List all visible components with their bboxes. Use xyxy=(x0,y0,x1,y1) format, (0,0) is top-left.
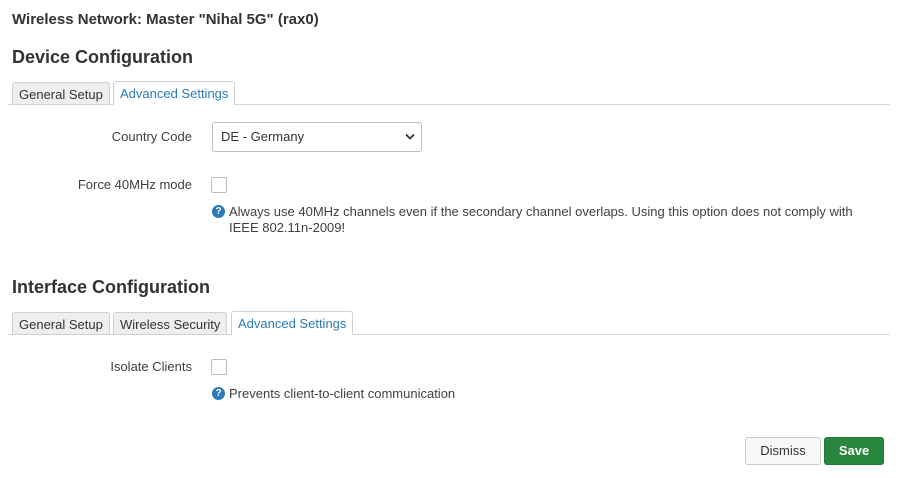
chevron-down-icon xyxy=(405,134,415,140)
tab-interface-general-setup[interactable]: General Setup xyxy=(12,312,110,335)
page-title: Wireless Network: Master "Nihal 5G" (rax… xyxy=(12,11,319,28)
force-40mhz-help-line2: IEEE 802.11n-2009! xyxy=(229,220,346,235)
help-icon: ? xyxy=(212,387,225,400)
force-40mhz-help: ? Always use 40MHz channels even if the … xyxy=(212,204,853,236)
force-40mhz-label: Force 40MHz mode xyxy=(77,177,192,192)
interface-config-tabs: General Setup Wireless Security Advanced… xyxy=(8,310,890,335)
isolate-clients-help: ? Prevents client-to-client communicatio… xyxy=(212,386,455,402)
tab-device-general-setup[interactable]: General Setup xyxy=(12,82,110,105)
country-code-select[interactable]: DE - Germany xyxy=(212,122,422,152)
device-config-title: Device Configuration xyxy=(12,47,194,67)
country-code-value: DE - Germany xyxy=(221,129,305,144)
tab-interface-advanced-settings[interactable]: Advanced Settings xyxy=(231,311,354,335)
force-40mhz-help-line1: Always use 40MHz channels even if the se… xyxy=(229,204,853,219)
isolate-clients-help-text: Prevents client-to-client communication xyxy=(229,386,456,401)
tab-device-advanced-settings[interactable]: Advanced Settings xyxy=(113,81,236,105)
tab-interface-wireless-security[interactable]: Wireless Security xyxy=(113,312,228,335)
force-40mhz-checkbox[interactable] xyxy=(211,177,227,193)
isolate-clients-checkbox[interactable] xyxy=(211,359,227,375)
save-button[interactable]: Save xyxy=(824,437,884,465)
country-code-label: Country Code xyxy=(111,129,192,144)
interface-config-title: Interface Configuration xyxy=(12,277,211,297)
isolate-clients-label: Isolate Clients xyxy=(110,359,192,374)
device-config-tabs: General Setup Advanced Settings xyxy=(8,80,890,105)
help-icon: ? xyxy=(212,205,225,218)
dismiss-button[interactable]: Dismiss xyxy=(745,437,821,465)
modal-dialog: Wireless Network: Master "Nihal 5G" (rax… xyxy=(0,0,898,478)
